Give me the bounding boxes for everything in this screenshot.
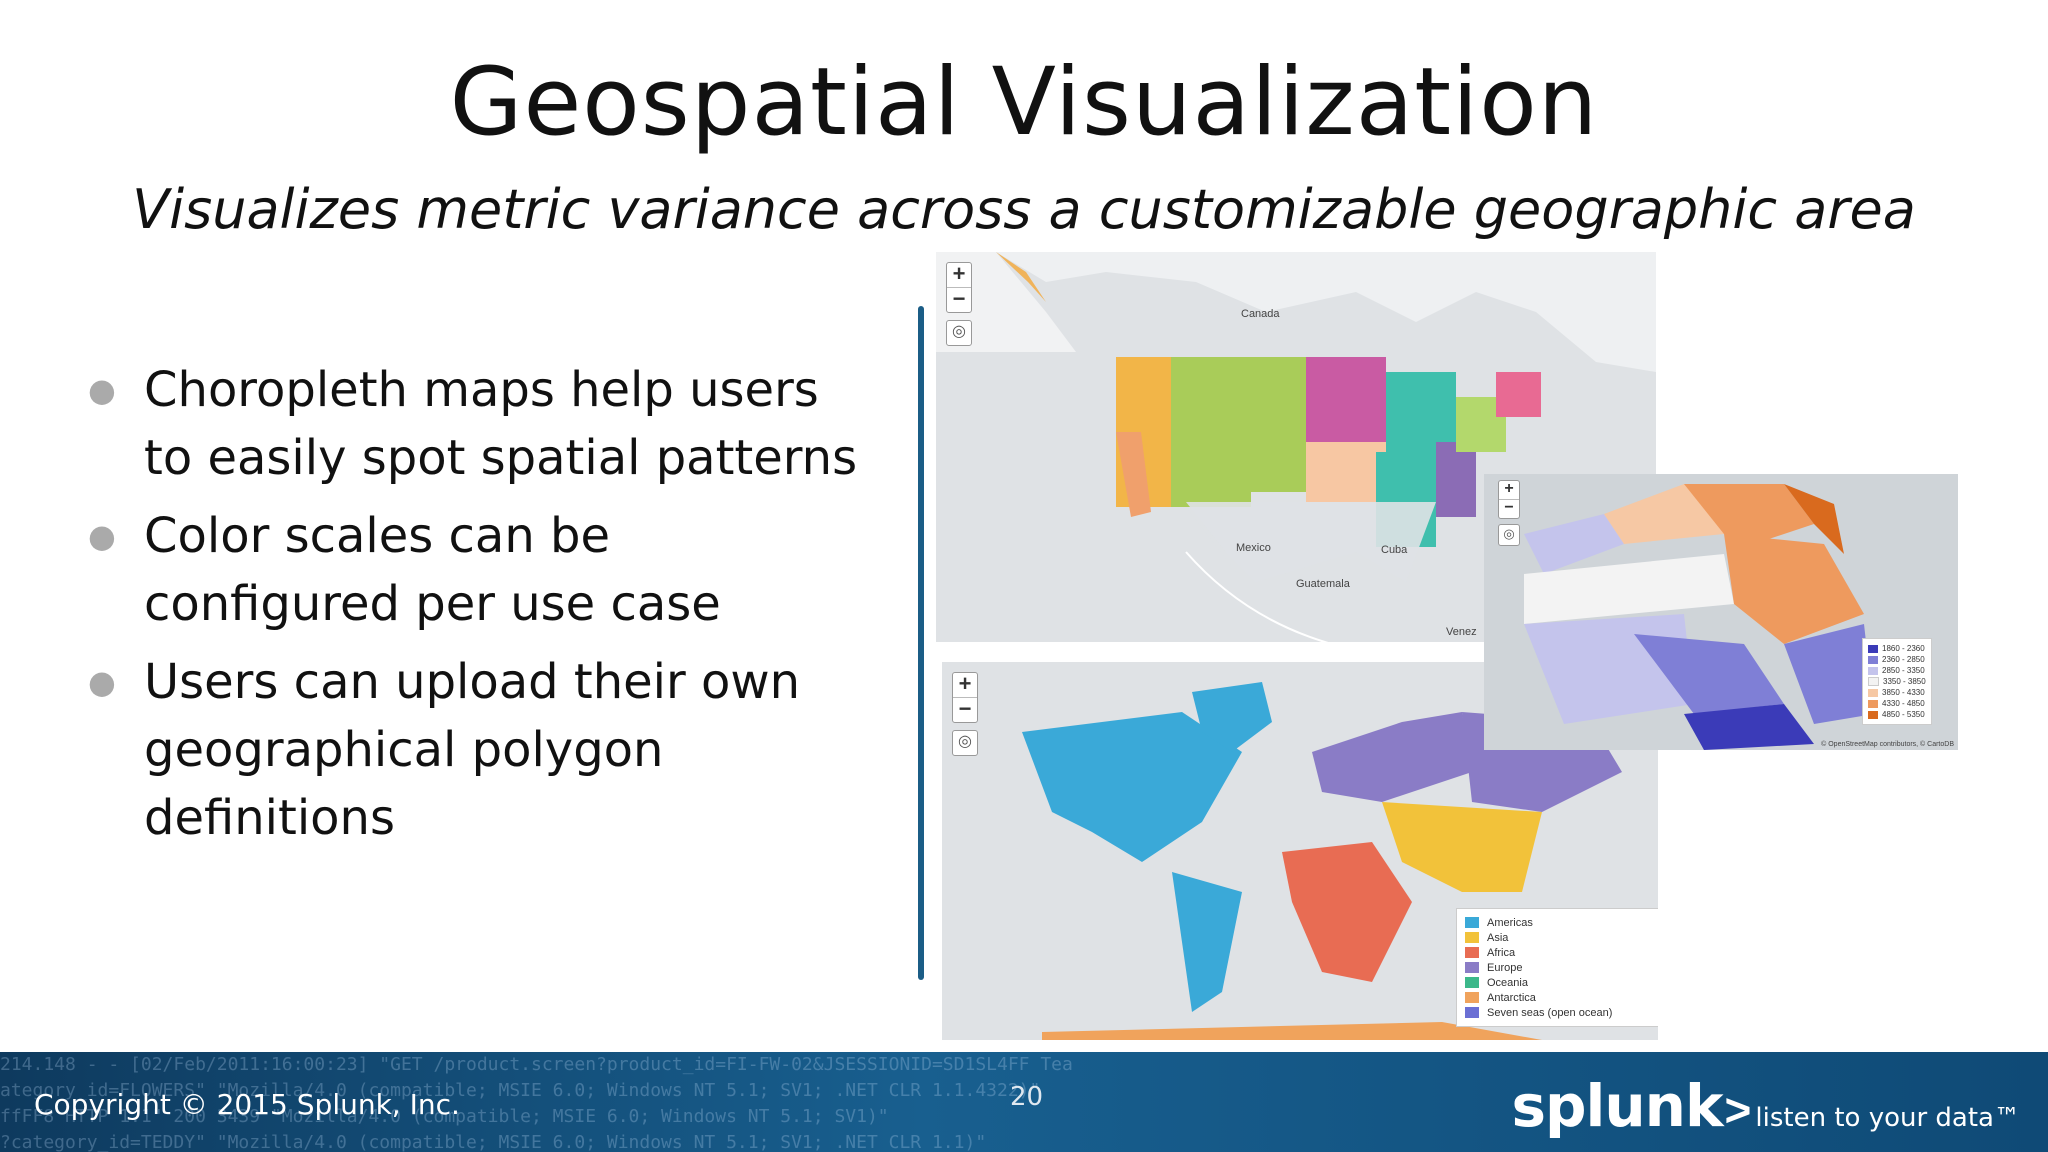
region-legend: Americas Asia Africa Europe Oceania Anta…: [1456, 908, 1658, 1027]
legend-swatch: [1868, 710, 1878, 719]
legend-swatch: [1465, 947, 1479, 958]
map-label: Canada: [1241, 308, 1280, 320]
copyright-text: Copyright © 2015 Splunk, Inc.: [34, 1088, 460, 1121]
zoom-out-icon[interactable]: −: [947, 287, 971, 312]
legend-label: Europe: [1487, 961, 1523, 974]
value-legend: 1860 - 2360 2360 - 2850 2850 - 3350 3350…: [1862, 638, 1932, 725]
logo-tagline: listen to your data™: [1755, 1103, 2020, 1133]
slide-title: Geospatial Visualization: [449, 48, 1599, 157]
logo-chevron-icon: >: [1724, 1084, 1752, 1136]
legend-swatch: [1868, 688, 1878, 697]
legend-item: 1860 - 2360: [1868, 643, 1926, 654]
legend-label: 3350 - 3850: [1883, 677, 1926, 686]
map-label: Guatemala: [1296, 578, 1350, 590]
logo-wordmark: splunk: [1511, 1072, 1723, 1140]
legend-swatch: [1465, 992, 1479, 1003]
legend-item: 2850 - 3350: [1868, 665, 1926, 676]
legend-swatch: [1465, 932, 1479, 943]
legend-label: Seven seas (open ocean): [1487, 1006, 1613, 1019]
legend-item: Antarctica: [1465, 990, 1651, 1005]
zoom-in-icon[interactable]: +: [953, 673, 977, 697]
legend-item: Africa: [1465, 945, 1651, 960]
map-attribution: © OpenStreetMap contributors, © CartoDB: [1821, 741, 1954, 748]
legend-label: Americas: [1487, 916, 1533, 929]
locate-icon[interactable]: ◎: [1498, 524, 1520, 546]
map-label: Venez: [1446, 626, 1477, 638]
legend-swatch: [1465, 962, 1479, 973]
legend-item: Americas: [1465, 915, 1651, 930]
bullet-text: Choropleth maps help users to easily spo…: [144, 362, 858, 486]
sf-choropleth-map[interactable]: + − ◎ 1860 - 2360 2360 - 2850 2850 - 335…: [1484, 474, 1958, 750]
bullet-item: ● Choropleth maps help users to easily sp…: [78, 356, 878, 492]
legend-item: 4330 - 4850: [1868, 698, 1926, 709]
map-label: Mexico: [1236, 542, 1271, 554]
legend-swatch: [1868, 655, 1878, 664]
bullet-list: ● Choropleth maps help users to easily sp…: [78, 356, 878, 862]
bullet-dot-icon: ●: [88, 517, 116, 555]
zoom-out-icon[interactable]: −: [953, 697, 977, 722]
legend-swatch: [1868, 644, 1878, 653]
legend-item: Europe: [1465, 960, 1651, 975]
legend-item: 2360 - 2850: [1868, 654, 1926, 665]
bullet-dot-icon: ●: [88, 663, 116, 701]
bullet-dot-icon: ●: [88, 371, 116, 409]
page-number: 20: [1010, 1082, 1044, 1112]
locate-icon[interactable]: ◎: [946, 320, 972, 346]
legend-swatch: [1868, 666, 1878, 675]
legend-swatch: [1465, 917, 1479, 928]
bullet-text: Users can upload their own geographical …: [144, 654, 801, 846]
legend-item: 3350 - 3850: [1868, 676, 1926, 687]
legend-label: 2850 - 3350: [1882, 666, 1925, 675]
legend-item: 4850 - 5350: [1868, 709, 1926, 720]
legend-label: 4850 - 5350: [1882, 710, 1925, 719]
legend-swatch: [1465, 1007, 1479, 1018]
log-line: 214.148 - - [02/Feb/2011:16:00:23] "GET …: [0, 1054, 1073, 1075]
bullet-item: ● Color scales can be configured per use …: [78, 502, 878, 638]
legend-label: 4330 - 4850: [1882, 699, 1925, 708]
legend-swatch: [1868, 699, 1878, 708]
legend-label: 2360 - 2850: [1882, 655, 1925, 664]
legend-item: Oceania: [1465, 975, 1651, 990]
bullet-text: Color scales can be configured per use c…: [144, 508, 721, 632]
zoom-control[interactable]: + −: [946, 262, 972, 313]
legend-item: 3850 - 4330: [1868, 687, 1926, 698]
bullet-item: ● Users can upload their own geographical…: [78, 648, 878, 852]
divider-line: [918, 306, 924, 980]
legend-label: 3850 - 4330: [1882, 688, 1925, 697]
legend-item: Seven seas (open ocean): [1465, 1005, 1651, 1020]
legend-label: Asia: [1487, 931, 1509, 944]
zoom-in-icon[interactable]: +: [1499, 481, 1519, 499]
slide-subtitle: Visualizes metric variance across a cust…: [132, 178, 1916, 241]
legend-label: 1860 - 2360: [1882, 644, 1925, 653]
legend-label: Africa: [1487, 946, 1516, 959]
zoom-control[interactable]: + −: [1498, 480, 1520, 519]
zoom-out-icon[interactable]: −: [1499, 499, 1519, 518]
map-label: Cuba: [1381, 544, 1408, 556]
splunk-logo: splunk > listen to your data™: [1511, 1072, 2020, 1140]
locate-icon[interactable]: ◎: [952, 730, 978, 756]
zoom-in-icon[interactable]: +: [947, 263, 971, 287]
legend-label: Oceania: [1487, 976, 1528, 989]
log-line: ?category_id=TEDDY" "Mozilla/4.0 (compat…: [0, 1132, 987, 1152]
legend-item: Asia: [1465, 930, 1651, 945]
zoom-control[interactable]: + −: [952, 672, 978, 723]
legend-swatch: [1465, 977, 1479, 988]
legend-label: Antarctica: [1487, 991, 1536, 1004]
legend-swatch: [1868, 677, 1879, 686]
